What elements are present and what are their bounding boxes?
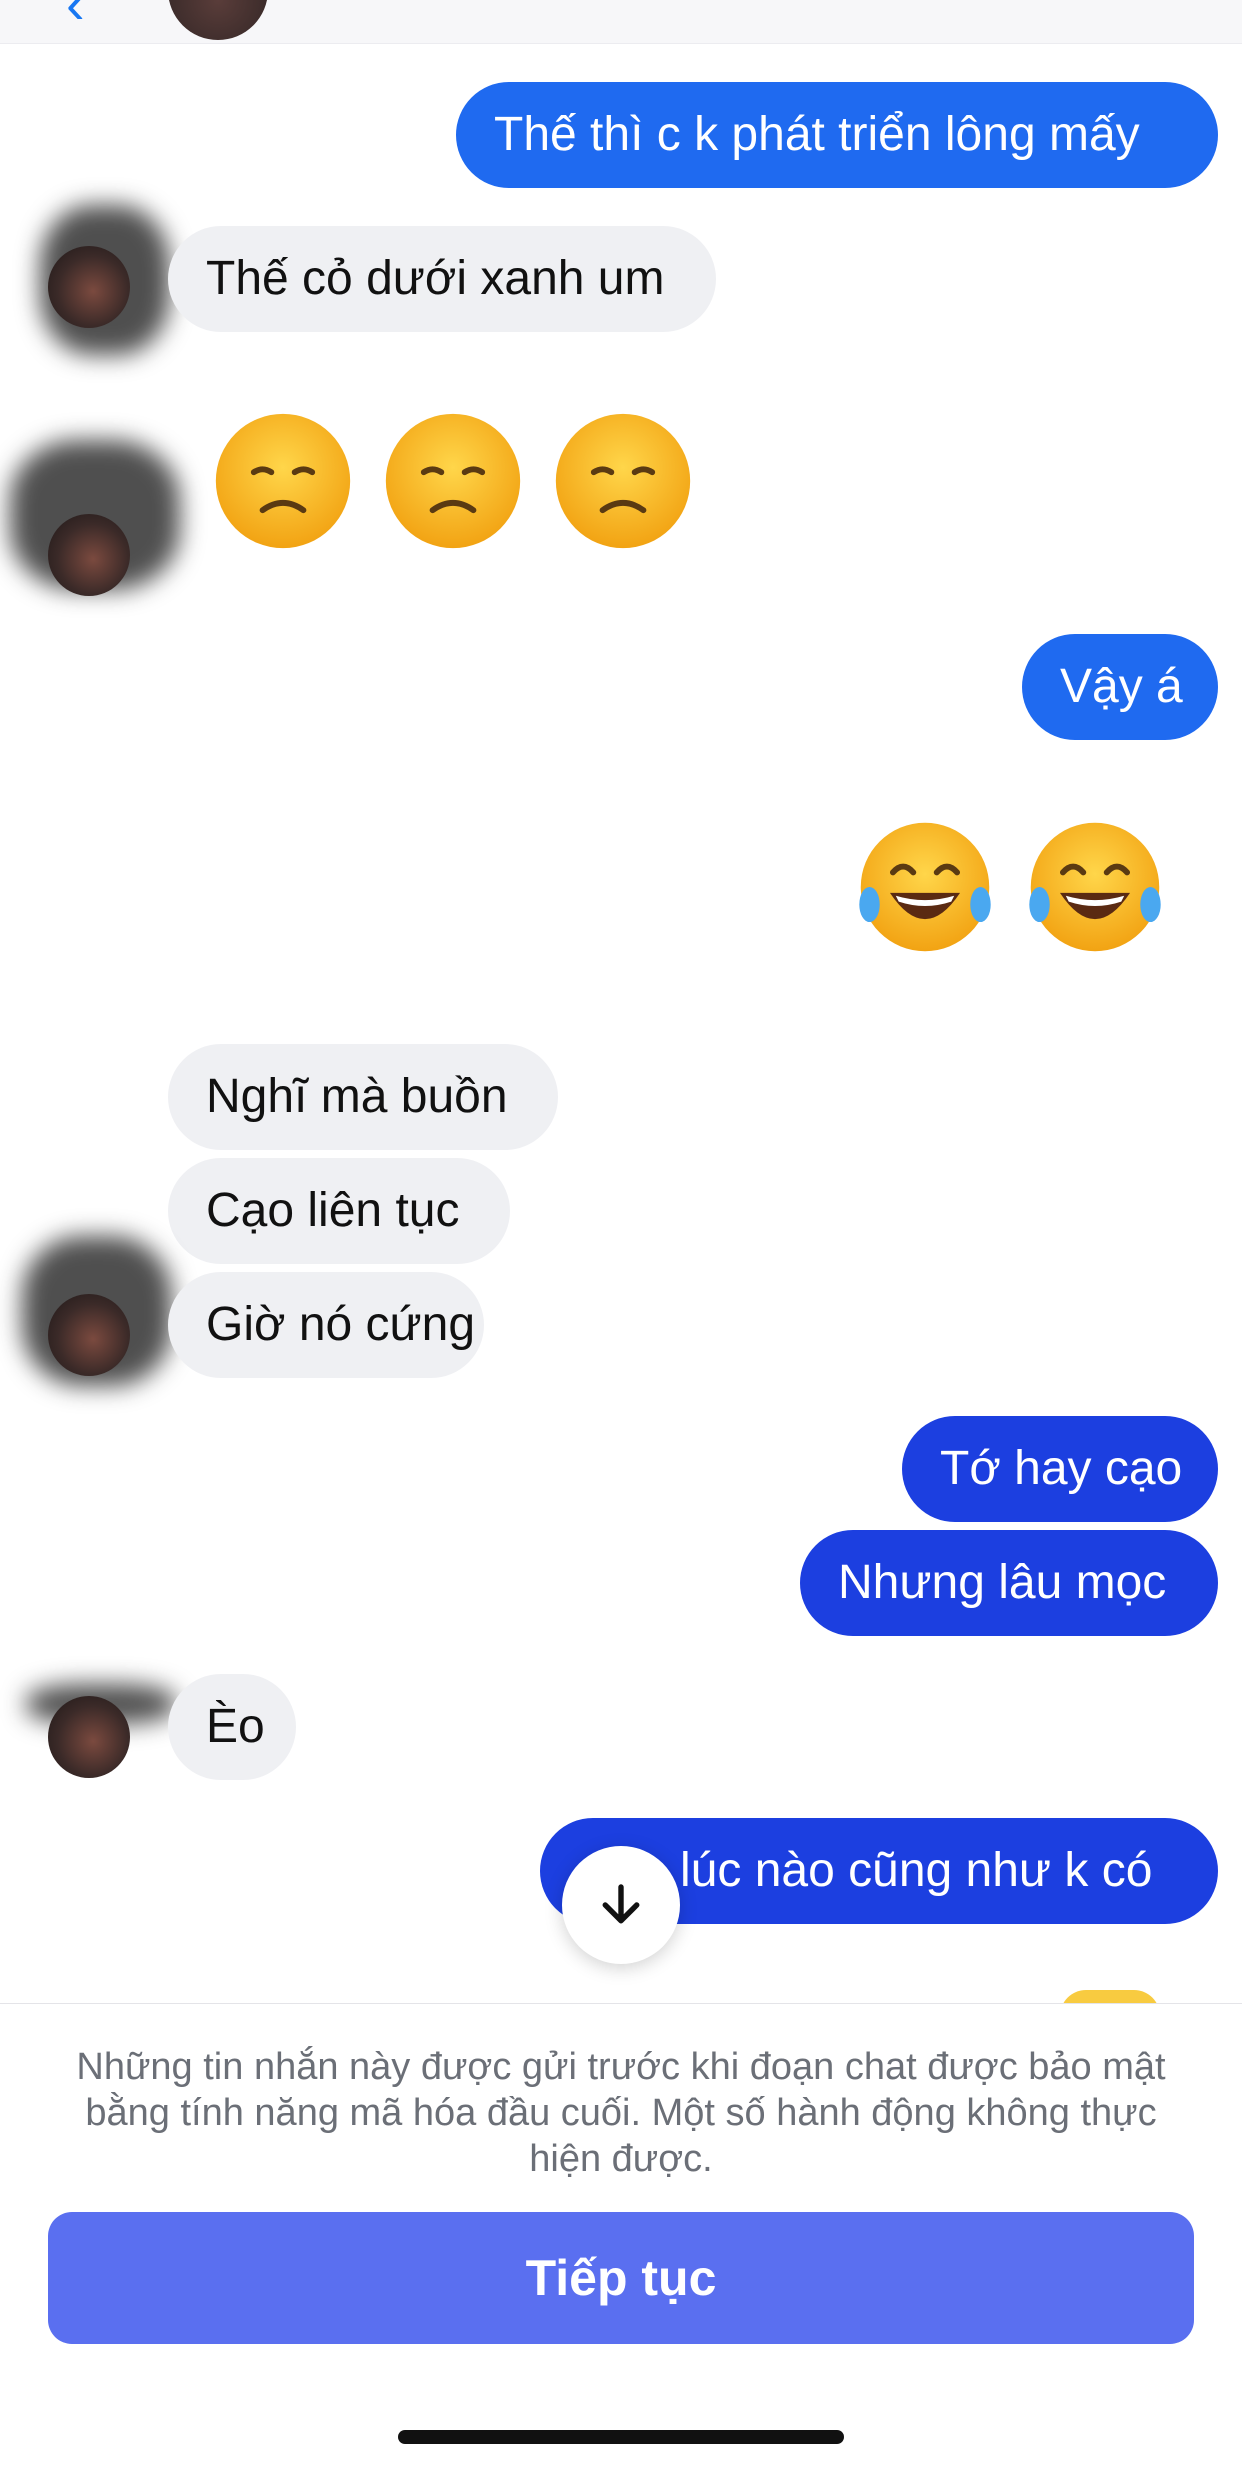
- incoming-message[interactable]: Nghĩ mà buồn: [168, 1044, 558, 1150]
- incoming-message[interactable]: Cạo liên tục: [168, 1158, 510, 1264]
- incoming-message[interactable]: Giờ nó cứng: [168, 1272, 484, 1378]
- chat-header: ‹: [0, 0, 1242, 44]
- contact-avatar[interactable]: [48, 246, 130, 328]
- encryption-notice-text: Những tin nhắn này được gửi trước khi đo…: [76, 2046, 1166, 2180]
- contact-avatar[interactable]: [168, 0, 268, 40]
- encryption-notice-panel: Những tin nhắn này được gửi trước khi đo…: [0, 2003, 1242, 2469]
- home-indicator[interactable]: [398, 2430, 844, 2444]
- disappointed-face-icon: [215, 413, 351, 549]
- continue-button[interactable]: Tiếp tục: [48, 2212, 1194, 2344]
- back-chevron-icon[interactable]: ‹: [66, 0, 106, 32]
- contact-avatar[interactable]: [48, 514, 130, 596]
- disappointed-face-icon: [555, 413, 691, 549]
- arrow-down-icon: [602, 1884, 640, 1924]
- scroll-to-bottom-button[interactable]: [562, 1846, 680, 1964]
- chat-screen: ‹ Thế thì c k phát triển lông mấy Thế cỏ…: [0, 0, 1242, 2469]
- incoming-message[interactable]: Thế cỏ dưới xanh um: [168, 226, 716, 332]
- contact-avatar[interactable]: [48, 1696, 130, 1778]
- incoming-message[interactable]: Èo: [168, 1674, 296, 1780]
- emoji-message[interactable]: [852, 814, 1168, 960]
- outgoing-message[interactable]: Nhưng lâu mọc: [800, 1530, 1218, 1636]
- outgoing-message[interactable]: Vậy á: [1022, 634, 1218, 740]
- outgoing-message[interactable]: Tớ hay cạo: [902, 1416, 1218, 1522]
- emoji-message[interactable]: [210, 408, 696, 554]
- outgoing-message[interactable]: Thế thì c k phát triển lông mấy: [456, 82, 1218, 188]
- face-with-tears-of-joy-icon: [859, 822, 991, 952]
- disappointed-face-icon: [385, 413, 521, 549]
- face-with-tears-of-joy-icon: [1029, 822, 1161, 952]
- contact-avatar[interactable]: [48, 1294, 130, 1376]
